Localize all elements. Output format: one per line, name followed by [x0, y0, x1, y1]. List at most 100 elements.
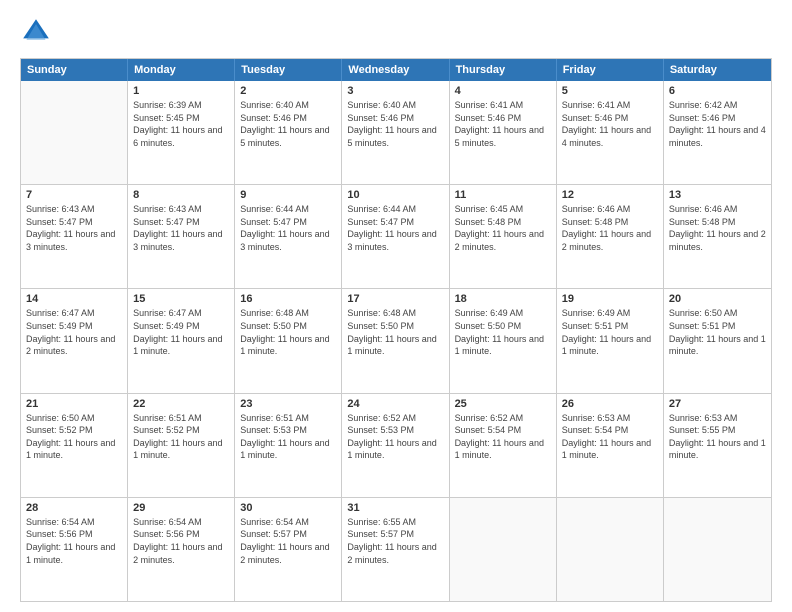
weekday-header-friday: Friday	[557, 59, 664, 81]
cell-info: Sunrise: 6:44 AMSunset: 5:47 PMDaylight:…	[240, 203, 336, 253]
day-number: 1	[133, 85, 229, 97]
day-number: 23	[240, 398, 336, 410]
day-number: 19	[562, 293, 658, 305]
day-number: 24	[347, 398, 443, 410]
cell-info: Sunrise: 6:43 AMSunset: 5:47 PMDaylight:…	[26, 203, 122, 253]
cell-info: Sunrise: 6:40 AMSunset: 5:46 PMDaylight:…	[347, 99, 443, 149]
calendar-cell-3-5: 26 Sunrise: 6:53 AMSunset: 5:54 PMDayligh…	[557, 394, 664, 497]
cell-info: Sunrise: 6:49 AMSunset: 5:51 PMDaylight:…	[562, 307, 658, 357]
calendar-cell-3-0: 21 Sunrise: 6:50 AMSunset: 5:52 PMDayligh…	[21, 394, 128, 497]
cell-info: Sunrise: 6:54 AMSunset: 5:57 PMDaylight:…	[240, 516, 336, 566]
day-number: 10	[347, 189, 443, 201]
cell-info: Sunrise: 6:54 AMSunset: 5:56 PMDaylight:…	[133, 516, 229, 566]
calendar-cell-4-0: 28Sunrise: 6:54 AMSunset: 5:56 PMDayligh…	[21, 498, 128, 601]
header	[20, 16, 772, 48]
calendar-cell-2-5: 19 Sunrise: 6:49 AMSunset: 5:51 PMDayligh…	[557, 289, 664, 392]
calendar-row-3: 21 Sunrise: 6:50 AMSunset: 5:52 PMDayligh…	[21, 393, 771, 497]
calendar-cell-3-2: 23Sunrise: 6:51 AMSunset: 5:53 PMDayligh…	[235, 394, 342, 497]
cell-info: Sunrise: 6:42 AMSunset: 5:46 PMDaylight:…	[669, 99, 766, 149]
day-number: 3	[347, 85, 443, 97]
day-number: 15	[133, 293, 229, 305]
calendar-cell-1-3: 10 Sunrise: 6:44 AMSunset: 5:47 PMDayligh…	[342, 185, 449, 288]
cell-info: Sunrise: 6:47 AMSunset: 5:49 PMDaylight:…	[26, 307, 122, 357]
page: SundayMondayTuesdayWednesdayThursdayFrid…	[0, 0, 792, 612]
day-number: 9	[240, 189, 336, 201]
day-number: 4	[455, 85, 551, 97]
cell-info: Sunrise: 6:44 AMSunset: 5:47 PMDaylight:…	[347, 203, 443, 253]
weekday-header-saturday: Saturday	[664, 59, 771, 81]
day-number: 11	[455, 189, 551, 201]
day-number: 12	[562, 189, 658, 201]
calendar-row-4: 28Sunrise: 6:54 AMSunset: 5:56 PMDayligh…	[21, 497, 771, 601]
calendar-cell-0-3: 3 Sunrise: 6:40 AMSunset: 5:46 PMDaylight…	[342, 81, 449, 184]
cell-info: Sunrise: 6:50 AMSunset: 5:51 PMDaylight:…	[669, 307, 766, 357]
cell-info: Sunrise: 6:41 AMSunset: 5:46 PMDaylight:…	[455, 99, 551, 149]
day-number: 7	[26, 189, 122, 201]
calendar-cell-2-4: 18 Sunrise: 6:49 AMSunset: 5:50 PMDayligh…	[450, 289, 557, 392]
calendar-cell-2-6: 20 Sunrise: 6:50 AMSunset: 5:51 PMDayligh…	[664, 289, 771, 392]
calendar-cell-1-1: 8 Sunrise: 6:43 AMSunset: 5:47 PMDaylight…	[128, 185, 235, 288]
calendar-cell-3-3: 24 Sunrise: 6:52 AMSunset: 5:53 PMDayligh…	[342, 394, 449, 497]
calendar-cell-0-5: 5 Sunrise: 6:41 AMSunset: 5:46 PMDaylight…	[557, 81, 664, 184]
day-number: 27	[669, 398, 766, 410]
calendar-cell-2-1: 15 Sunrise: 6:47 AMSunset: 5:49 PMDayligh…	[128, 289, 235, 392]
calendar-cell-1-6: 13Sunrise: 6:46 AMSunset: 5:48 PMDayligh…	[664, 185, 771, 288]
day-number: 25	[455, 398, 551, 410]
cell-info: Sunrise: 6:41 AMSunset: 5:46 PMDaylight:…	[562, 99, 658, 149]
day-number: 30	[240, 502, 336, 514]
day-number: 5	[562, 85, 658, 97]
cell-info: Sunrise: 6:53 AMSunset: 5:55 PMDaylight:…	[669, 412, 766, 462]
calendar-header: SundayMondayTuesdayWednesdayThursdayFrid…	[21, 59, 771, 81]
day-number: 31	[347, 502, 443, 514]
cell-info: Sunrise: 6:53 AMSunset: 5:54 PMDaylight:…	[562, 412, 658, 462]
calendar-cell-0-4: 4 Sunrise: 6:41 AMSunset: 5:46 PMDaylight…	[450, 81, 557, 184]
calendar-body: 1 Sunrise: 6:39 AMSunset: 5:45 PMDaylight…	[21, 81, 771, 601]
calendar-cell-0-6: 6 Sunrise: 6:42 AMSunset: 5:46 PMDaylight…	[664, 81, 771, 184]
calendar-cell-2-3: 17 Sunrise: 6:48 AMSunset: 5:50 PMDayligh…	[342, 289, 449, 392]
cell-info: Sunrise: 6:46 AMSunset: 5:48 PMDaylight:…	[562, 203, 658, 253]
day-number: 6	[669, 85, 766, 97]
cell-info: Sunrise: 6:47 AMSunset: 5:49 PMDaylight:…	[133, 307, 229, 357]
calendar-cell-1-5: 12 Sunrise: 6:46 AMSunset: 5:48 PMDayligh…	[557, 185, 664, 288]
day-number: 17	[347, 293, 443, 305]
calendar-cell-1-4: 11Sunrise: 6:45 AMSunset: 5:48 PMDayligh…	[450, 185, 557, 288]
calendar-cell-3-1: 22 Sunrise: 6:51 AMSunset: 5:52 PMDayligh…	[128, 394, 235, 497]
calendar-row-0: 1 Sunrise: 6:39 AMSunset: 5:45 PMDaylight…	[21, 81, 771, 184]
day-number: 8	[133, 189, 229, 201]
logo-icon	[20, 16, 52, 48]
calendar: SundayMondayTuesdayWednesdayThursdayFrid…	[20, 58, 772, 602]
weekday-header-monday: Monday	[128, 59, 235, 81]
cell-info: Sunrise: 6:39 AMSunset: 5:45 PMDaylight:…	[133, 99, 229, 149]
day-number: 26	[562, 398, 658, 410]
calendar-cell-1-0: 7 Sunrise: 6:43 AMSunset: 5:47 PMDaylight…	[21, 185, 128, 288]
calendar-cell-4-6	[664, 498, 771, 601]
calendar-cell-0-1: 1 Sunrise: 6:39 AMSunset: 5:45 PMDaylight…	[128, 81, 235, 184]
cell-info: Sunrise: 6:48 AMSunset: 5:50 PMDaylight:…	[240, 307, 336, 357]
cell-info: Sunrise: 6:52 AMSunset: 5:53 PMDaylight:…	[347, 412, 443, 462]
calendar-cell-3-4: 25Sunrise: 6:52 AMSunset: 5:54 PMDayligh…	[450, 394, 557, 497]
day-number: 14	[26, 293, 122, 305]
day-number: 18	[455, 293, 551, 305]
day-number: 13	[669, 189, 766, 201]
calendar-cell-1-2: 9 Sunrise: 6:44 AMSunset: 5:47 PMDaylight…	[235, 185, 342, 288]
cell-info: Sunrise: 6:43 AMSunset: 5:47 PMDaylight:…	[133, 203, 229, 253]
calendar-cell-0-0	[21, 81, 128, 184]
logo	[20, 16, 56, 48]
cell-info: Sunrise: 6:50 AMSunset: 5:52 PMDaylight:…	[26, 412, 122, 462]
calendar-cell-2-2: 16 Sunrise: 6:48 AMSunset: 5:50 PMDayligh…	[235, 289, 342, 392]
calendar-cell-3-6: 27 Sunrise: 6:53 AMSunset: 5:55 PMDayligh…	[664, 394, 771, 497]
weekday-header-wednesday: Wednesday	[342, 59, 449, 81]
cell-info: Sunrise: 6:48 AMSunset: 5:50 PMDaylight:…	[347, 307, 443, 357]
day-number: 21	[26, 398, 122, 410]
calendar-cell-0-2: 2Sunrise: 6:40 AMSunset: 5:46 PMDaylight…	[235, 81, 342, 184]
day-number: 22	[133, 398, 229, 410]
cell-info: Sunrise: 6:40 AMSunset: 5:46 PMDaylight:…	[240, 99, 336, 149]
weekday-header-sunday: Sunday	[21, 59, 128, 81]
cell-info: Sunrise: 6:51 AMSunset: 5:52 PMDaylight:…	[133, 412, 229, 462]
calendar-cell-4-2: 30 Sunrise: 6:54 AMSunset: 5:57 PMDayligh…	[235, 498, 342, 601]
cell-info: Sunrise: 6:49 AMSunset: 5:50 PMDaylight:…	[455, 307, 551, 357]
calendar-cell-4-3: 31Sunrise: 6:55 AMSunset: 5:57 PMDayligh…	[342, 498, 449, 601]
day-number: 16	[240, 293, 336, 305]
weekday-header-tuesday: Tuesday	[235, 59, 342, 81]
day-number: 20	[669, 293, 766, 305]
